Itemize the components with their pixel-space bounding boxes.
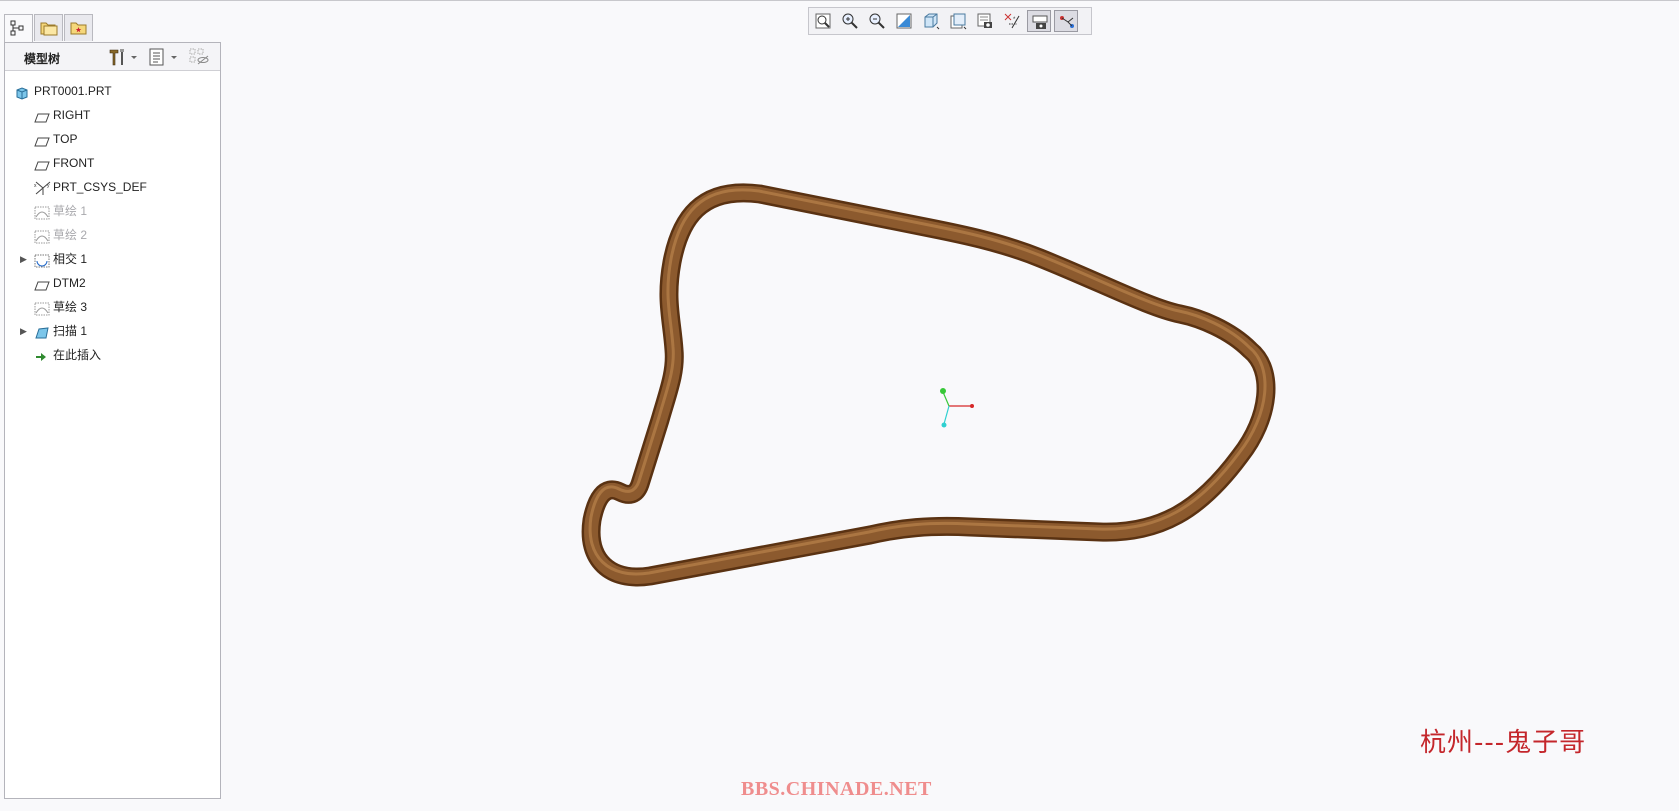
settings-button[interactable] [106, 47, 142, 67]
tree-item-label: 草绘 3 [53, 300, 88, 314]
tree-item-label: TOP [53, 132, 78, 146]
datum-display-button[interactable]: * [1000, 10, 1024, 32]
tree-item[interactable]: PRT0001.PRT [5, 79, 220, 103]
refit-button[interactable] [811, 10, 835, 32]
tab-model-tree[interactable] [4, 14, 33, 42]
folder-browser-icon [40, 22, 58, 36]
tree-item[interactable]: RIGHT [5, 103, 220, 127]
datum-plane-icon [34, 132, 50, 147]
display-style-button[interactable] [919, 10, 943, 32]
view-toolbar: * [808, 7, 1092, 35]
sweep-tube[interactable] [581, 183, 1276, 587]
tree-item[interactable]: ▶ 扫描 1 [5, 319, 220, 343]
tree-item[interactable]: x y PRT_CSYS_DEF [5, 175, 220, 199]
svg-text:x: x [34, 183, 37, 189]
tree-item[interactable]: TOP [5, 127, 220, 151]
hide-tree-button[interactable] [188, 47, 212, 67]
tree-item[interactable]: 草绘 3 [5, 295, 220, 319]
tree-filter-icon [149, 48, 177, 66]
tree-item-label: DTM2 [53, 276, 86, 290]
repaint-button[interactable] [892, 10, 916, 32]
tree-item-label: 草绘 2 [53, 228, 88, 242]
panel-header: 模型树 [5, 43, 220, 71]
site-watermark: BBS.CHINADE.NET [741, 778, 932, 800]
sketch-icon [34, 300, 50, 316]
model-tree-panel: 模型树 PRT0001.PRT RIGHT TOP FRONT x y PRT_… [4, 42, 221, 799]
spin-center-button[interactable] [1054, 10, 1078, 32]
model-tree-icon [10, 20, 24, 36]
hammer-wrench-icon [109, 49, 137, 66]
top-border [0, 0, 1679, 1]
model-tree: PRT0001.PRT RIGHT TOP FRONT x y PRT_CSYS_DEF 草绘… [5, 79, 220, 367]
tree-item[interactable]: DTM2 [5, 271, 220, 295]
panel-title: 模型树 [24, 52, 61, 66]
favorites-icon [70, 22, 87, 35]
tab-favorites[interactable] [64, 14, 93, 41]
panel-tabs [4, 14, 94, 42]
show-options-button[interactable] [148, 47, 184, 67]
sketch-icon [34, 228, 50, 244]
tree-item-label: 相交 1 [53, 252, 88, 266]
tree-item-label: 在此插入 [53, 348, 102, 362]
csys-triad [940, 388, 974, 428]
tree-item[interactable]: 在此插入 [5, 343, 220, 367]
zoom-in-button[interactable] [838, 10, 862, 32]
tab-folder-browser[interactable] [34, 14, 63, 41]
tree-item-label: FRONT [53, 156, 95, 170]
tree-item-label: 草绘 1 [53, 204, 88, 218]
tree-item[interactable]: 草绘 2 [5, 223, 220, 247]
hide-icon [189, 48, 209, 65]
tree-item[interactable]: 草绘 1 [5, 199, 220, 223]
insert-here-icon [34, 348, 50, 362]
datum-plane-icon [34, 108, 50, 123]
zoom-out-button[interactable] [865, 10, 889, 32]
tree-item-label: RIGHT [53, 108, 91, 122]
expand-arrow-icon[interactable]: ▶ [20, 247, 30, 271]
sweep-icon [34, 324, 50, 339]
saved-orientations-button[interactable] [946, 10, 970, 32]
author-watermark: 杭州---鬼子哥 [1420, 728, 1587, 758]
annotation-display-button[interactable] [1027, 10, 1051, 32]
part-icon [15, 84, 31, 100]
expand-arrow-icon[interactable]: ▶ [20, 319, 30, 343]
tree-item[interactable]: ▶ 相交 1 [5, 247, 220, 271]
view-manager-button[interactable] [973, 10, 997, 32]
tree-item-label: PRT_CSYS_DEF [53, 180, 147, 194]
tree-item-label: PRT0001.PRT [34, 84, 112, 98]
datum-plane-icon [34, 156, 50, 171]
tree-item-label: 扫描 1 [53, 324, 88, 338]
graphics-window[interactable] [0, 0, 1679, 811]
sketch-icon [34, 204, 50, 220]
intersect-icon [34, 252, 50, 268]
datum-plane-icon [34, 276, 50, 291]
svg-text:y: y [47, 183, 50, 189]
csys-icon: xy [34, 180, 51, 195]
tree-item[interactable]: FRONT [5, 151, 220, 175]
